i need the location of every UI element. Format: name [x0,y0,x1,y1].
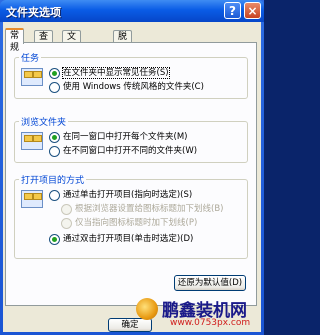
browse-folders-group: 浏览文件夹 在同一窗口中打开每个文件夹(M) 在不同窗口中打开不同的文件夹(W) [14,115,248,163]
radio-label: 在不同窗口中打开不同的文件夹(W) [63,146,198,156]
browse-group-title: 浏览文件夹 [19,115,69,128]
dialog-body: 常规 查看 文件类型 脱机文件 任务 在文件夹中显示常见任务(S) 使用 Win… [3,22,261,332]
radio-button[interactable] [61,204,72,215]
radio-label: 根据浏览器设置给图标标题加下划线(B) [75,204,224,214]
tasks-preview-icon [21,68,43,86]
folder-options-window: 文件夹选项 ? × 常规 查看 文件类型 脱机文件 任务 在文件夹中显示常见任务… [0,0,264,335]
tasks-group-title: 任务 [19,51,42,64]
radio-label: 在同一窗口中打开每个文件夹(M) [63,132,188,142]
close-button[interactable]: × [244,2,261,19]
tab-general[interactable]: 常规 [5,28,25,53]
radio-label: 通过单击打开项目(指向时选定)(S) [63,190,193,200]
watermark-logo-icon [136,298,158,320]
radio-button[interactable] [49,82,60,93]
pointer-preview-icon [21,190,43,208]
title-bar[interactable]: 文件夹选项 ? × [0,0,264,22]
browse-preview-icon [21,132,43,150]
radio-button[interactable] [49,132,60,143]
help-button[interactable]: ? [224,2,241,19]
tasks-group: 任务 在文件夹中显示常见任务(S) 使用 Windows 传统风格的文件夹(C) [14,51,248,99]
watermark: 鹏鑫装机网 www.0753px.com [136,296,262,332]
restore-defaults-button[interactable]: 还原为默认值(D) [174,275,246,291]
click-group-title: 打开项目的方式 [19,173,87,186]
radio-label: 仅当指向图标标题时加下划线(P) [75,218,198,228]
window-title: 文件夹选项 [6,6,61,19]
radio-button[interactable] [61,218,72,229]
radio-button[interactable] [49,190,60,201]
click-items-group: 打开项目的方式 通过单击打开项目(指向时选定)(S) 根据浏览器设置给图标标题加… [14,173,248,259]
general-tab-panel: 任务 在文件夹中显示常见任务(S) 使用 Windows 传统风格的文件夹(C)… [5,42,257,306]
radio-button[interactable] [49,234,60,245]
radio-label: 在文件夹中显示常见任务(S) [62,67,170,79]
radio-button[interactable] [49,146,60,157]
watermark-url: www.0753px.com [170,318,251,328]
radio-label: 通过双击打开项目(单击时选定)(D) [63,234,194,244]
radio-label: 使用 Windows 传统风格的文件夹(C) [63,82,204,92]
radio-button[interactable] [49,68,60,79]
